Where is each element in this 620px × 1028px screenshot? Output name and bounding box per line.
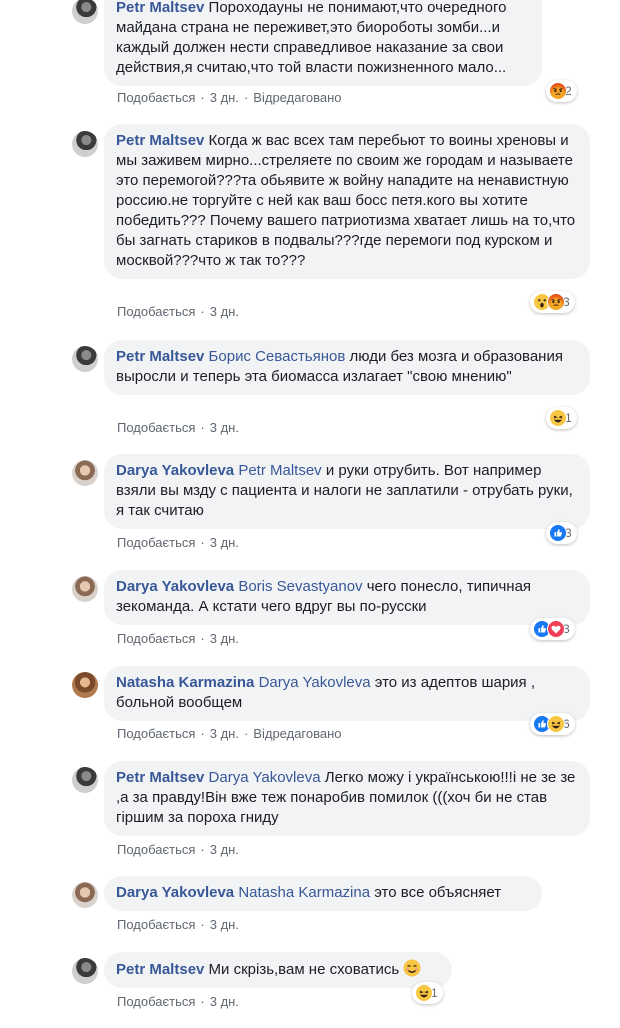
- comment-mention[interactable]: Boris Sevastyanov: [238, 578, 362, 595]
- avatar[interactable]: [72, 882, 98, 908]
- comment-bubble: Darya Yakovleva Boris Sevastyanov чего п…: [104, 570, 590, 625]
- comment-text: Ми скрізь,вам не сховатись: [208, 961, 400, 978]
- comment-bubble: Darya Yakovleva Petr Maltsev и руки отру…: [104, 454, 590, 529]
- like-link[interactable]: Подобається: [117, 994, 195, 1009]
- comment-text: это все объясняет: [374, 884, 502, 901]
- comment-actions: Подобається · 3 дн.: [117, 535, 239, 550]
- comment-author[interactable]: Petr Maltsev: [116, 961, 204, 978]
- like-link[interactable]: Подобається: [117, 726, 195, 741]
- comment-author[interactable]: Petr Maltsev: [116, 132, 204, 149]
- angry-reaction-icon: [547, 293, 565, 311]
- comment-author[interactable]: Petr Maltsev: [116, 348, 204, 365]
- smiling-face-icon: [403, 959, 421, 977]
- reactions-summary[interactable]: 1: [412, 982, 443, 1004]
- comment-time[interactable]: 3 дн.: [210, 842, 239, 857]
- like-link[interactable]: Подобається: [117, 842, 195, 857]
- comment-time[interactable]: 3 дн.: [210, 917, 239, 932]
- comment-author[interactable]: Petr Maltsev: [116, 769, 204, 786]
- comment-author[interactable]: Darya Yakovleva: [116, 884, 234, 901]
- comment-actions: Подобається · 3 дн.: [117, 631, 239, 646]
- avatar[interactable]: [72, 672, 98, 698]
- comment-author[interactable]: Darya Yakovleva: [116, 578, 234, 595]
- comment-actions: Подобається · 3 дн.: [117, 994, 239, 1009]
- reactions-summary[interactable]: 6: [530, 713, 575, 735]
- avatar[interactable]: [72, 767, 98, 793]
- avatar[interactable]: [72, 0, 98, 24]
- comment-author[interactable]: Petr Maltsev: [116, 0, 204, 16]
- like-link[interactable]: Подобається: [117, 535, 195, 550]
- reactions-summary[interactable]: 2: [546, 80, 577, 102]
- comment-time[interactable]: 3 дн.: [210, 304, 239, 319]
- haha-reaction-icon: [415, 984, 433, 1002]
- comment-time[interactable]: 3 дн.: [210, 631, 239, 646]
- reactions-summary[interactable]: 3: [546, 522, 577, 544]
- like-link[interactable]: Подобається: [117, 631, 195, 646]
- avatar[interactable]: [72, 576, 98, 602]
- reactions-summary[interactable]: 1: [546, 407, 577, 429]
- comment-bubble: Petr Maltsev Darya Yakovleva Легко можу …: [104, 761, 590, 836]
- like-link[interactable]: Подобається: [117, 917, 195, 932]
- comment-time[interactable]: 3 дн.: [210, 726, 239, 741]
- comment-text: Когда ж вас всех там перебьют то воины х…: [116, 132, 576, 269]
- comment-time[interactable]: 3 дн.: [210, 535, 239, 550]
- comment-actions: Подобається · 3 дн.: [117, 842, 239, 857]
- angry-reaction-icon: [549, 82, 567, 100]
- comment-mention[interactable]: Petr Maltsev: [238, 462, 321, 479]
- haha-reaction-icon: [549, 409, 567, 427]
- comment-actions: Подобається · 3 дн.: [117, 917, 239, 932]
- comment-time[interactable]: 3 дн.: [210, 420, 239, 435]
- haha-reaction-icon: [547, 715, 565, 733]
- comment-actions: Подобається · 3 дн. · Відредаговано: [117, 90, 342, 105]
- avatar[interactable]: [72, 460, 98, 486]
- comment-actions: Подобається · 3 дн. · Відредаговано: [117, 726, 342, 741]
- comment-bubble: Petr Maltsev Ми скрізь,вам не сховатись: [104, 952, 452, 988]
- avatar[interactable]: [72, 346, 98, 372]
- comment-bubble: Darya Yakovleva Natasha Karmazina это вс…: [104, 876, 542, 911]
- like-link[interactable]: Подобається: [117, 304, 195, 319]
- like-link[interactable]: Подобається: [117, 420, 195, 435]
- comment-bubble: Natasha Karmazina Darya Yakovleva это из…: [104, 666, 590, 721]
- like-link[interactable]: Подобається: [117, 90, 195, 105]
- comment-actions: Подобається · 3 дн.: [117, 304, 239, 319]
- like-reaction-icon: [549, 524, 567, 542]
- edited-label[interactable]: Відредаговано: [253, 90, 341, 105]
- reactions-summary[interactable]: 3: [530, 291, 575, 313]
- edited-label[interactable]: Відредаговано: [253, 726, 341, 741]
- comment-mention[interactable]: Борис Севастьянов: [209, 348, 346, 365]
- comment-bubble: Petr Maltsev Пороходауны не понимают,что…: [104, 0, 542, 86]
- avatar[interactable]: [72, 131, 98, 157]
- comment-author[interactable]: Natasha Karmazina: [116, 674, 254, 691]
- comment-bubble: Petr Maltsev Когда ж вас всех там перебь…: [104, 124, 590, 279]
- love-reaction-icon: [547, 620, 565, 638]
- comment-mention[interactable]: Natasha Karmazina: [238, 884, 370, 901]
- comment-time[interactable]: 3 дн.: [210, 994, 239, 1009]
- comment-time[interactable]: 3 дн.: [210, 90, 239, 105]
- comment-actions: Подобається · 3 дн.: [117, 420, 239, 435]
- comment-author[interactable]: Darya Yakovleva: [116, 462, 234, 479]
- comment-mention[interactable]: Darya Yakovleva: [259, 674, 371, 691]
- reactions-summary[interactable]: 3: [530, 618, 575, 640]
- avatar[interactable]: [72, 958, 98, 984]
- comment-mention[interactable]: Darya Yakovleva: [209, 769, 321, 786]
- comment-bubble: Petr Maltsev Борис Севастьянов люди без …: [104, 340, 590, 395]
